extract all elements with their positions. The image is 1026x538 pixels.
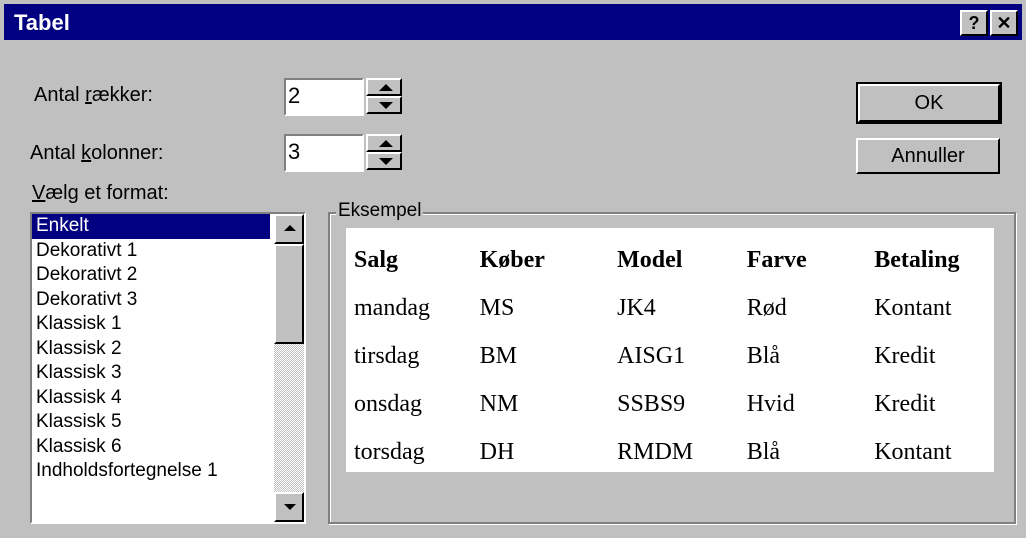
format-label: Vælg et format: xyxy=(32,182,169,204)
list-item[interactable]: Dekorativt 2 xyxy=(32,263,270,288)
title-bar: Tabel ? ✕ xyxy=(4,4,1022,40)
example-table: Salg Køber Model Farve Betaling mandag MS JK4 Rø… xyxy=(354,236,994,476)
table-cell: onsdag xyxy=(354,390,422,417)
list-item[interactable]: Klassisk 5 xyxy=(32,410,270,435)
format-list-items: Enkelt Dekorativt 1 Dekorativt 2 Dekorativt… xyxy=(32,214,304,484)
scroll-down-button[interactable] xyxy=(274,492,304,522)
columns-label: Antal kolonner: xyxy=(30,142,164,164)
list-item[interactable]: Klassisk 4 xyxy=(32,386,270,411)
example-preview: Salg Køber Model Farve Betaling mandag MS JK4 Rø… xyxy=(346,228,994,472)
format-listbox[interactable]: Enkelt Dekorativt 1 Dekorativt 2 Dekorativt… xyxy=(30,212,306,524)
table-cell: MS xyxy=(479,294,515,321)
table-cell: Blå xyxy=(746,342,781,369)
columns-spin-down[interactable] xyxy=(366,152,402,170)
table-cell: torsdag xyxy=(354,438,425,465)
ok-button[interactable]: OK xyxy=(856,82,1002,124)
rows-spin-down[interactable] xyxy=(366,96,402,114)
arrow-down-icon xyxy=(379,102,393,109)
arrow-down-icon xyxy=(379,158,393,165)
rows-spin-up[interactable] xyxy=(366,78,402,96)
rows-label: Antal rækker: xyxy=(34,84,153,106)
table-header-row: Salg Køber Model Farve Betaling xyxy=(354,236,994,284)
list-item[interactable]: Klassisk 2 xyxy=(32,337,270,362)
columns-input[interactable]: 3 xyxy=(284,134,364,172)
table-dialog: Tabel ? ✕ Antal rækker: 2 Antal kolonner… xyxy=(0,0,1026,538)
rows-input[interactable]: 2 xyxy=(284,78,364,116)
table-cell: tirsdag xyxy=(354,342,420,369)
example-legend: Eksempel xyxy=(336,200,424,222)
table-header-cell: Model xyxy=(617,246,683,273)
table-cell: NM xyxy=(479,390,519,417)
table-cell: Kontant xyxy=(874,294,952,321)
table-cell: Kredit xyxy=(874,390,936,417)
table-cell: Kontant xyxy=(874,438,952,465)
rows-spinner[interactable] xyxy=(366,78,402,114)
table-cell: JK4 xyxy=(617,294,656,321)
arrow-down-icon xyxy=(284,504,296,510)
close-button[interactable]: ✕ xyxy=(990,10,1018,36)
arrow-up-icon xyxy=(379,140,393,147)
help-button[interactable]: ? xyxy=(960,10,988,36)
list-item[interactable]: Klassisk 1 xyxy=(32,312,270,337)
table-cell: mandag xyxy=(354,294,430,321)
cancel-button[interactable]: Annuller xyxy=(856,138,1000,174)
window-title: Tabel xyxy=(14,10,70,35)
arrow-up-icon xyxy=(284,225,296,231)
table-header-cell: Betaling xyxy=(874,246,960,273)
table-header-cell: Køber xyxy=(479,246,545,273)
list-item[interactable]: Enkelt xyxy=(32,214,270,239)
columns-spin-up[interactable] xyxy=(366,134,402,152)
list-item[interactable]: Klassisk 6 xyxy=(32,435,270,460)
table-row: onsdag NM SSBS9 Hvid Kredit xyxy=(354,380,994,428)
table-cell: RMDM xyxy=(617,438,694,465)
table-cell: Kredit xyxy=(874,342,936,369)
table-cell: Blå xyxy=(746,438,781,465)
table-header-cell: Salg xyxy=(354,246,399,273)
arrow-up-icon xyxy=(379,84,393,91)
table-cell: AISG1 xyxy=(617,342,686,369)
scroll-up-button[interactable] xyxy=(274,214,304,244)
table-cell: SSBS9 xyxy=(617,390,686,417)
list-item[interactable]: Dekorativt 3 xyxy=(32,288,270,313)
scroll-thumb[interactable] xyxy=(274,244,304,344)
table-cell: Rød xyxy=(746,294,787,321)
table-header-cell: Farve xyxy=(746,246,807,273)
list-item[interactable]: Klassisk 3 xyxy=(32,361,270,386)
columns-spinner[interactable] xyxy=(366,134,402,170)
table-row: torsdag DH RMDM Blå Kontant xyxy=(354,428,994,476)
table-row: tirsdag BM AISG1 Blå Kredit xyxy=(354,332,994,380)
table-cell: Hvid xyxy=(746,390,795,417)
list-item[interactable]: Indholdsfortegnelse 1 xyxy=(32,459,270,484)
table-row: mandag MS JK4 Rød Kontant xyxy=(354,284,994,332)
list-scrollbar[interactable] xyxy=(274,214,304,522)
list-item[interactable]: Dekorativt 1 xyxy=(32,239,270,264)
table-cell: BM xyxy=(479,342,517,369)
table-cell: DH xyxy=(479,438,515,465)
